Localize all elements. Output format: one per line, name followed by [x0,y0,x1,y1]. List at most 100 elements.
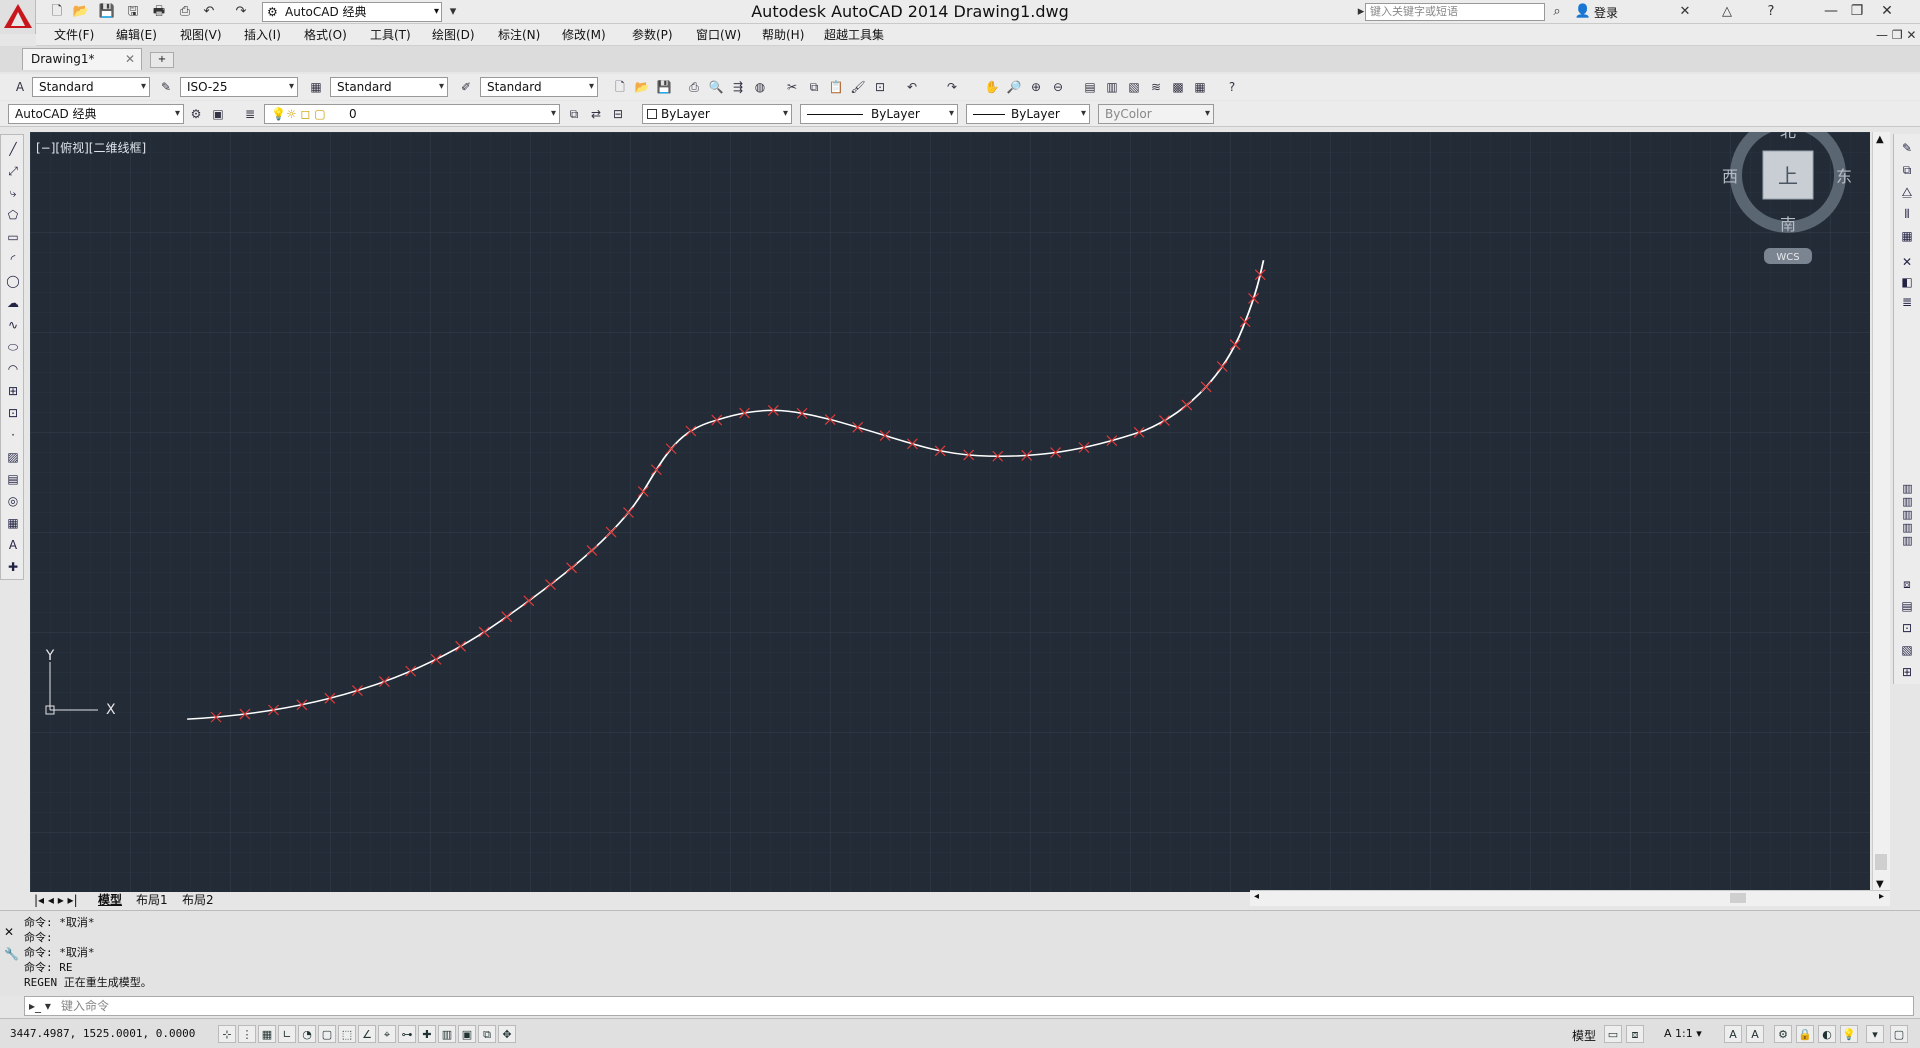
vertical-scroll-thumb[interactable] [1875,854,1887,870]
table-icon[interactable]: ▦ [3,513,23,533]
workspace-select[interactable]: ⚙ AutoCAD 经典 ▾ [262,2,442,22]
calculator-icon[interactable]: ▦ [1190,77,1210,97]
gradient-icon[interactable]: ▤ [3,469,23,489]
compass-south-label[interactable]: 南 [1780,215,1796,234]
spline-icon[interactable]: ∿ [3,315,23,335]
new-icon[interactable]: 🗋 [48,3,66,21]
cut-icon[interactable]: ✂ [782,77,802,97]
block-editor-icon[interactable]: ⊡ [870,77,890,97]
transparency-icon[interactable]: ▥ [438,1025,456,1043]
toolbar-lock-icon[interactable]: 🔒 [1796,1025,1814,1043]
layer-properties-icon[interactable]: ≣ [240,104,260,124]
compass-east-label[interactable]: 东 [1836,167,1852,186]
restore-button[interactable]: ❐ [1844,0,1870,22]
quick-properties-icon[interactable]: ▣ [458,1025,476,1043]
publish-icon[interactable]: ⇶ [728,77,748,97]
object-snap-tracking-icon[interactable]: ∠ [358,1025,376,1043]
construction-line-icon[interactable]: ⤢ [3,161,23,181]
sheet-set-icon[interactable]: ≋ [1146,77,1166,97]
make-current-layer-icon[interactable]: ⧉ [564,104,584,124]
grid-display-icon[interactable]: ▦ [258,1025,276,1043]
color-select[interactable]: ByLayer [642,104,792,124]
arc-icon[interactable]: ◜ [3,249,23,269]
application-menu-button[interactable] [0,0,36,34]
viewport-controls-label[interactable]: [−][俯视][二维线框] [36,139,146,156]
open-icon[interactable]: 📂 [632,77,652,97]
line-icon[interactable]: ╱ [3,139,23,159]
compass-north-label[interactable]: 北 [1780,122,1796,141]
auto-scale-icon[interactable]: A [1746,1025,1764,1043]
match-properties-icon[interactable]: 🖌 [848,77,868,97]
offset-icon[interactable]: ⫴ [1897,204,1917,224]
palette-menu-icon[interactable]: ≣ [1897,292,1917,312]
lineweight-display-icon[interactable]: ✚ [418,1025,436,1043]
3d-object-snap-icon[interactable]: ⬚ [338,1025,356,1043]
tab-drawing1[interactable]: Drawing1* ✕ [22,48,142,70]
menu-modify[interactable]: 修改(M) [562,27,606,43]
hatch-icon[interactable]: ▨ [3,447,23,467]
mleader-style-icon[interactable]: ✐ [456,77,476,97]
status-bar-menu-icon[interactable]: ▾ [1866,1025,1884,1043]
paste-icon[interactable]: 📋 [826,77,846,97]
dynamic-ucs-icon[interactable]: ⌖ [378,1025,396,1043]
new-tab-button[interactable]: + [150,52,174,68]
dim-style-icon[interactable]: ✎ [156,77,176,97]
binoculars-icon[interactable]: ⌕ [1548,3,1566,21]
close-command-line-icon[interactable]: ✕ [4,925,14,939]
workspace-switching-gear-icon[interactable]: ⚙ [1774,1025,1792,1043]
3d-print-icon[interactable]: ◍ [750,77,770,97]
zoom-previous-icon[interactable]: ⊖ [1048,77,1068,97]
scroll-up-icon[interactable]: ▲ [1876,134,1884,145]
close-button[interactable]: ✕ [1874,0,1900,22]
model-space-toggle[interactable]: 模型 [1572,1027,1596,1044]
point-icon[interactable]: · [3,425,23,445]
menu-edit[interactable]: 编辑(E) [116,27,157,43]
sheet-palette-icon[interactable]: ⊞ [1897,662,1917,682]
new-icon[interactable]: 🗋 [610,77,630,97]
annotation-monitor-icon[interactable]: ✥ [498,1025,516,1043]
layer-palette-icon[interactable]: ⧈ [1897,574,1917,594]
scroll-right-icon[interactable]: ▸ [1879,891,1884,902]
save-icon[interactable]: 💾 [654,77,674,97]
palette-pin-icon[interactable]: ◧ [1897,272,1917,292]
customize-quick-access-icon[interactable]: ▾ [444,3,462,21]
annotation-scale[interactable]: A 1:1 ▾ [1664,1027,1702,1040]
plot-preview-icon[interactable]: 🔍 [706,77,726,97]
menu-format[interactable]: 格式(O) [304,27,347,43]
mleader-style-select[interactable]: Standard [480,77,598,97]
tab-layout1[interactable]: 布局1 [136,892,168,908]
isolate-objects-icon[interactable]: 💡 [1840,1025,1858,1043]
pan-icon[interactable]: ✋ [982,77,1002,97]
region-icon[interactable]: ◎ [3,491,23,511]
object-snap-icon[interactable]: ▢ [318,1025,336,1043]
polar-tracking-icon[interactable]: ◔ [298,1025,316,1043]
minimize-button[interactable]: — [1818,0,1844,22]
scroll-left-icon[interactable]: ◂ [1254,891,1259,902]
redo-icon[interactable]: ↷ [942,77,962,97]
help-icon[interactable]: ? [1762,3,1780,21]
user-icon[interactable]: 👤 [1574,3,1592,21]
hardware-acceleration-icon[interactable]: ◐ [1818,1025,1836,1043]
erase-icon[interactable]: ✎ [1897,138,1917,158]
text-style-select[interactable]: Standard [32,77,150,97]
copy-icon[interactable]: ⧉ [804,77,824,97]
layer-match-icon[interactable]: ⊟ [608,104,628,124]
ellipse-arc-icon[interactable]: ◠ [3,359,23,379]
menu-express-tools[interactable]: 超越工具集 [824,27,884,43]
autodesk-360-icon[interactable]: △ [1718,3,1736,21]
polygon-icon[interactable]: ⬠ [3,205,23,225]
help-icon[interactable]: ? [1222,77,1242,97]
compass-west-label[interactable]: 西 [1722,167,1738,186]
save-as-icon[interactable]: 🖫 [124,3,142,21]
snap-mode-icon[interactable]: ⋮ [238,1025,256,1043]
revision-cloud-icon[interactable]: ☁ [3,293,23,313]
vertical-scrollbar[interactable]: ▲ ▼ [1872,132,1890,892]
doc-window-controls[interactable]: — ❐ ✕ [1876,27,1916,43]
menu-view[interactable]: 视图(V) [180,27,222,43]
table-style-select[interactable]: Standard [330,77,448,97]
layer-select[interactable]: 💡☼ ◻ ▢ 0 [264,104,560,124]
print-icon[interactable]: ⎙ [176,3,194,21]
tool-palettes-icon[interactable]: ▧ [1124,77,1144,97]
command-input[interactable]: ▸_ ▾ 键入命令 [24,996,1914,1016]
undo-icon[interactable]: ↶ [200,3,218,21]
